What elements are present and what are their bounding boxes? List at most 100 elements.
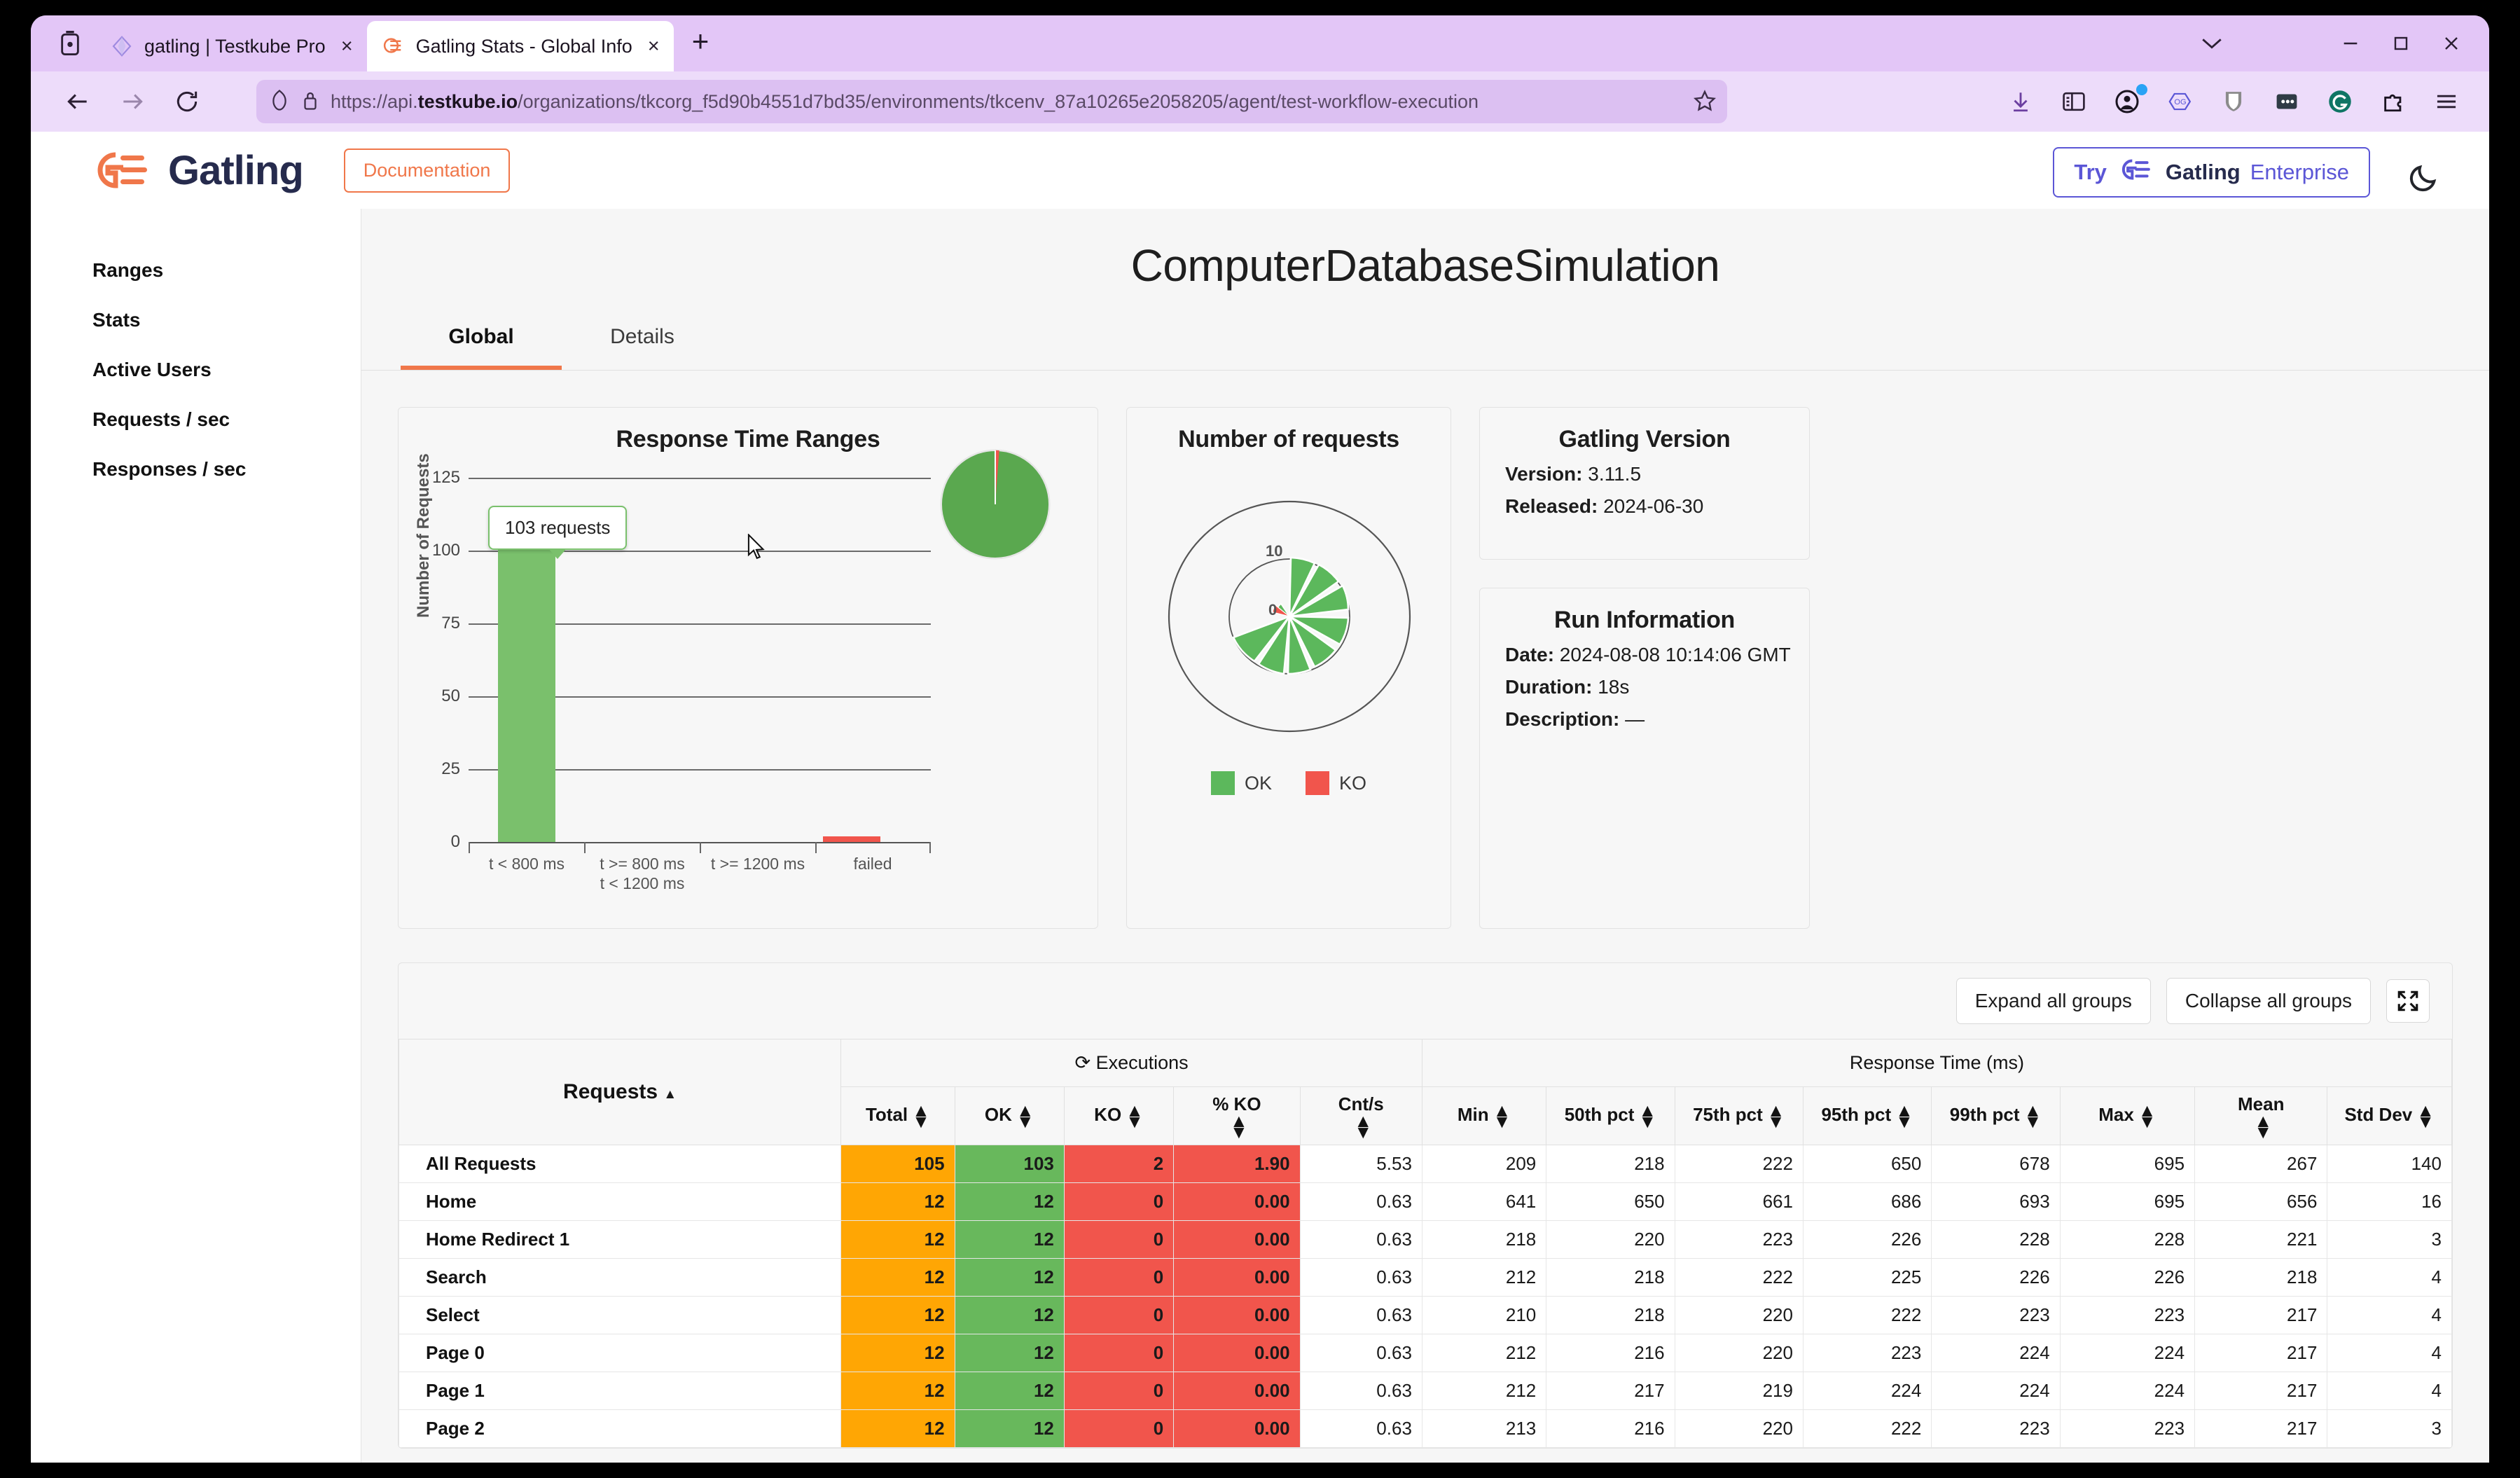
col-header-max[interactable]: Max ▲ ▼ [2059,1086,2196,1146]
table-cell-request-name[interactable]: Page 1 [399,1372,842,1411]
col-header-stddev[interactable]: Std Dev ▲ ▼ [2327,1086,2452,1146]
sidebar-item-stats[interactable]: Stats [31,295,361,345]
table-cell-min: 210 [1421,1296,1547,1335]
grammarly-icon[interactable] [2317,80,2363,123]
maximize-button[interactable] [2376,18,2426,69]
tab-details[interactable]: Details [562,319,723,370]
sort-icon-pct-ko[interactable]: ▲ ▼ [1230,1112,1248,1141]
col-header-pct-ko[interactable]: % KO ▲ ▼ [1173,1086,1301,1146]
table-row[interactable]: Page 1 12 12 0 0.00 0.63 212 217 219 224 224 224 217… [399,1372,2452,1411]
moon-icon[interactable] [2404,158,2443,198]
shield-tracking-icon[interactable] [269,89,290,115]
sort-icon-min[interactable]: ▲ ▼ [1493,1101,1511,1131]
bar-failed[interactable] [823,836,880,842]
account-icon[interactable] [2104,80,2150,123]
released-value: 2024-06-30 [1603,495,1704,517]
forward-button[interactable] [105,79,160,124]
sidebar-icon[interactable] [2051,80,2097,123]
col-header-total[interactable]: Total ▲ ▼ [840,1086,955,1146]
expand-all-groups-button[interactable]: Expand all groups [1955,978,2151,1024]
reload-button[interactable] [160,79,214,124]
table-cell-p99: 224 [1931,1372,2061,1411]
minimize-button[interactable] [2325,18,2376,69]
collapse-all-groups-button[interactable]: Collapse all groups [2166,978,2371,1024]
sort-icon-p99[interactable]: ▲ ▼ [2023,1101,2042,1131]
run-information-panel: Run Information Date: 2024-08-08 10:14:0… [1479,588,1810,929]
col-header-p99[interactable]: 99th pct ▲ ▼ [1931,1086,2061,1146]
table-cell-request-name[interactable]: Home Redirect 1 [399,1220,842,1259]
table-cell-mean: 656 [2194,1182,2328,1222]
table-row[interactable]: Page 0 12 12 0 0.00 0.63 212 216 220 223 224 224 217… [399,1334,2452,1373]
sort-icon-max[interactable]: ▲ ▼ [2138,1101,2156,1131]
extensions-puzzle-icon[interactable] [2370,80,2416,123]
table-cell-request-name[interactable]: All Requests [399,1145,842,1184]
dots-extension-icon[interactable] [2264,80,2310,123]
sort-icon-p50[interactable]: ▲ ▼ [1638,1101,1656,1131]
browser-tab-2-close-icon[interactable]: × [644,36,664,57]
sidebar-item-active-users[interactable]: Active Users [31,345,361,394]
legend-label-ok: OK [1244,772,1272,794]
sort-icon-cnt-s[interactable]: ▲ ▼ [1354,1112,1372,1141]
sort-icon-p75[interactable]: ▲ ▼ [1767,1101,1785,1131]
documentation-button[interactable]: Documentation [343,148,511,193]
firefox-view-button[interactable] [45,15,95,71]
url-bar[interactable]: https://api.testkube.io/organizations/tk… [256,80,1727,123]
col-header-ok[interactable]: OK ▲ ▼ [954,1086,1065,1146]
sidebar-item-responses-per-sec[interactable]: Responses / sec [31,444,361,494]
bar-t-lt-800ms[interactable] [498,542,555,842]
browser-tab-1[interactable]: gatling | Testkube Pro × [95,21,367,71]
col-header-p95[interactable]: 95th pct ▲ ▼ [1802,1086,1932,1146]
col-header-p50[interactable]: 50th pct ▲ ▼ [1546,1086,1675,1146]
downloads-icon[interactable] [1998,80,2044,123]
col-header-p75[interactable]: 75th pct ▲ ▼ [1674,1086,1804,1146]
table-row[interactable]: Home Redirect 1 12 12 0 0.00 0.63 218 220 223 226… [399,1220,2452,1259]
col-header-min[interactable]: Min ▲ ▼ [1421,1086,1547,1146]
browser-tab-2[interactable]: Gatling Stats - Global Info × [366,21,674,71]
list-all-tabs-button[interactable] [2187,15,2237,71]
svg-text:10: 10 [1266,542,1282,560]
sort-icon-ok[interactable]: ▲ ▼ [1016,1101,1034,1131]
tab-global[interactable]: Global [401,319,562,370]
table-cell-max: 223 [2059,1409,2196,1449]
shield-extension-icon[interactable] [2210,80,2257,123]
app-menu-icon[interactable] [2423,80,2470,123]
table-row[interactable]: Select 12 12 0 0.00 0.63 210 218 220 222 223 223 217… [399,1296,2452,1335]
sort-icon-stddev[interactable]: ▲ ▼ [2416,1101,2435,1131]
origami-og-icon[interactable]: OG [2157,80,2203,123]
expand-arrows-icon[interactable] [2386,979,2430,1023]
col-header-requests[interactable]: Requests ▲ [399,1038,842,1146]
table-cell-request-name[interactable]: Home [399,1182,842,1222]
table-cell-mean: 217 [2194,1296,2328,1335]
account-badge-dot [2136,84,2147,95]
col-header-cnt-s[interactable]: Cnt/s ▲ ▼ [1299,1086,1422,1146]
sidebar-nav: Ranges Stats Active Users Requests / sec… [31,209,361,1463]
sort-icon-total[interactable]: ▲ ▼ [912,1101,930,1131]
sort-icon-mean[interactable]: ▲ ▼ [2254,1112,2272,1141]
new-tab-button[interactable]: + [692,27,709,56]
try-gatling-enterprise-button[interactable]: Try Gatling Enterprise [2053,147,2370,198]
stats-table-group-header-row: Requests ▲ ⟳ Executions Response Time (m… [399,1038,2452,1146]
browser-tab-1-close-icon[interactable]: × [337,36,357,57]
released-row: Released: 2024-06-30 [1480,485,1809,518]
table-row[interactable]: Search 12 12 0 0.00 0.63 212 218 222 225 226 226 218… [399,1258,2452,1297]
bookmark-star-icon[interactable] [1693,89,1717,115]
table-cell-ko: 0 [1063,1182,1175,1222]
table-cell-request-name[interactable]: Page 0 [399,1334,842,1373]
sidebar-item-requests-per-sec[interactable]: Requests / sec [31,394,361,444]
table-row[interactable]: All Requests 105 103 2 1.90 5.53 209 218 222 650 6… [399,1145,2452,1184]
table-cell-request-name[interactable]: Page 2 [399,1409,842,1449]
table-row[interactable]: Page 2 12 12 0 0.00 0.63 213 216 220 222 223 223 217… [399,1409,2452,1449]
sort-icon-p95[interactable]: ▲ ▼ [1895,1101,1913,1131]
col-header-mean[interactable]: Mean ▲ ▼ [2194,1086,2328,1146]
table-cell-request-name[interactable]: Select [399,1296,842,1335]
sidebar-item-ranges[interactable]: Ranges [31,245,361,295]
back-button[interactable] [50,79,105,124]
sort-icon-ko[interactable]: ▲ ▼ [1126,1101,1144,1131]
lock-icon[interactable] [301,90,319,114]
col-header-ko[interactable]: KO ▲ ▼ [1063,1086,1175,1146]
stats-table: Requests ▲ ⟳ Executions Response Time (m… [399,1038,2452,1449]
table-row[interactable]: Home 12 12 0 0.00 0.63 641 650 661 686 693 695 656 16 [399,1182,2452,1222]
gatling-logo[interactable]: Gatling [92,147,304,194]
table-cell-request-name[interactable]: Search [399,1258,842,1297]
close-window-button[interactable] [2426,18,2477,69]
